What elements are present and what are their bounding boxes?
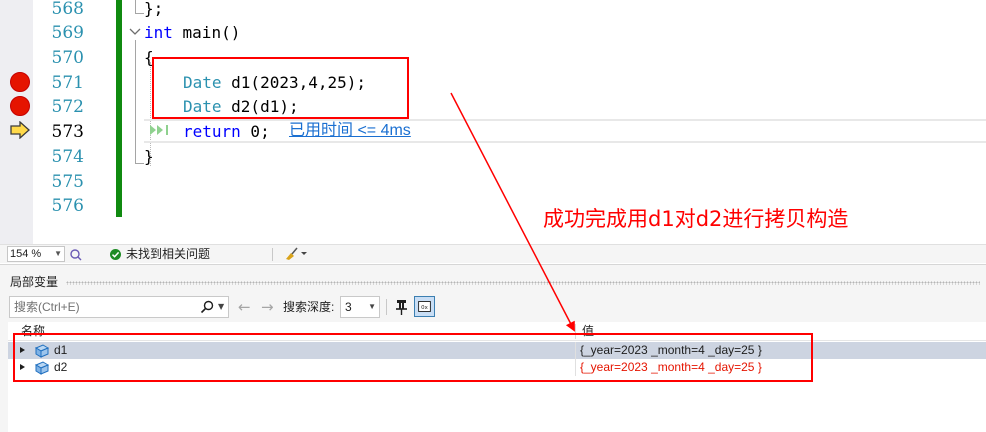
perf-tip-elapsed-time[interactable]: 已用时间 <= 4ms: [289, 120, 411, 142]
chevron-down-icon: ▼: [368, 302, 376, 311]
line-number: 571: [51, 73, 84, 93]
zoom-level: 154 %: [10, 248, 42, 260]
run-to-click-icon[interactable]: [149, 123, 173, 137]
intellicode-icon[interactable]: [69, 247, 83, 261]
search-depth-label: 搜索深度:: [283, 300, 335, 314]
hex-display-icon[interactable]: 0x: [414, 296, 435, 317]
forward-arrow-icon[interactable]: →: [261, 299, 274, 315]
line-number: 572: [51, 97, 84, 117]
code-line[interactable]: }: [144, 145, 154, 169]
panel-title[interactable]: 局部变量: [10, 275, 58, 289]
svg-text:0x: 0x: [421, 305, 428, 311]
search-depth-select[interactable]: 3 ▼: [340, 296, 380, 318]
code-editor[interactable]: 568 569 570 571 572 573 574 575 576 }; i…: [0, 0, 986, 244]
line-number: 568: [51, 0, 84, 19]
line-number: 569: [51, 23, 84, 43]
divider: [272, 248, 273, 261]
code-cleanup-icon[interactable]: [284, 247, 308, 261]
line-number: 574: [51, 147, 84, 167]
chevron-down-icon[interactable]: ▼: [218, 302, 224, 311]
highlight-box-locals: [13, 333, 813, 382]
code-line[interactable]: };: [144, 0, 163, 21]
panel-drag-grip[interactable]: [66, 281, 980, 285]
editor-status-bar: 154 % ▼ 未找到相关问题: [0, 244, 986, 263]
fold-guide: [135, 0, 136, 14]
line-number: 576: [51, 196, 84, 216]
line-number: 570: [51, 48, 84, 68]
current-line-highlight: [144, 119, 986, 143]
code-text: 0;: [240, 122, 270, 141]
divider: [386, 299, 387, 315]
fold-guide: [135, 40, 136, 164]
highlight-box-code: [152, 57, 409, 119]
line-number: 575: [51, 172, 84, 192]
annotation-text: 成功完成用d1对d2进行拷贝构造: [543, 207, 849, 231]
search-icon[interactable]: [200, 300, 214, 314]
breakpoint-icon[interactable]: [10, 72, 30, 92]
code-line[interactable]: int main(): [144, 21, 240, 45]
fold-guide: [135, 13, 144, 14]
issues-status[interactable]: 未找到相关问题: [126, 247, 210, 262]
line-number-current: 573: [51, 122, 84, 142]
code-line-current[interactable]: return 0;: [183, 120, 270, 144]
keyword: int: [144, 23, 173, 42]
collapse-chevron-icon[interactable]: [128, 25, 142, 39]
search-input[interactable]: 搜索(Ctrl+E): [9, 296, 229, 318]
chevron-down-icon: ▼: [54, 249, 62, 258]
edit-tracking-bar: [116, 0, 122, 217]
check-circle-icon: [110, 249, 121, 260]
search-depth-value: 3: [345, 300, 352, 314]
function-signature: main(): [172, 23, 241, 42]
current-statement-arrow-icon: [10, 121, 30, 139]
zoom-dropdown[interactable]: 154 % ▼: [7, 246, 65, 262]
keyword: return: [183, 122, 241, 141]
breakpoint-icon[interactable]: [10, 96, 30, 116]
fold-guide: [135, 163, 144, 164]
back-arrow-icon[interactable]: ←: [238, 299, 251, 315]
pin-icon[interactable]: [393, 297, 411, 317]
